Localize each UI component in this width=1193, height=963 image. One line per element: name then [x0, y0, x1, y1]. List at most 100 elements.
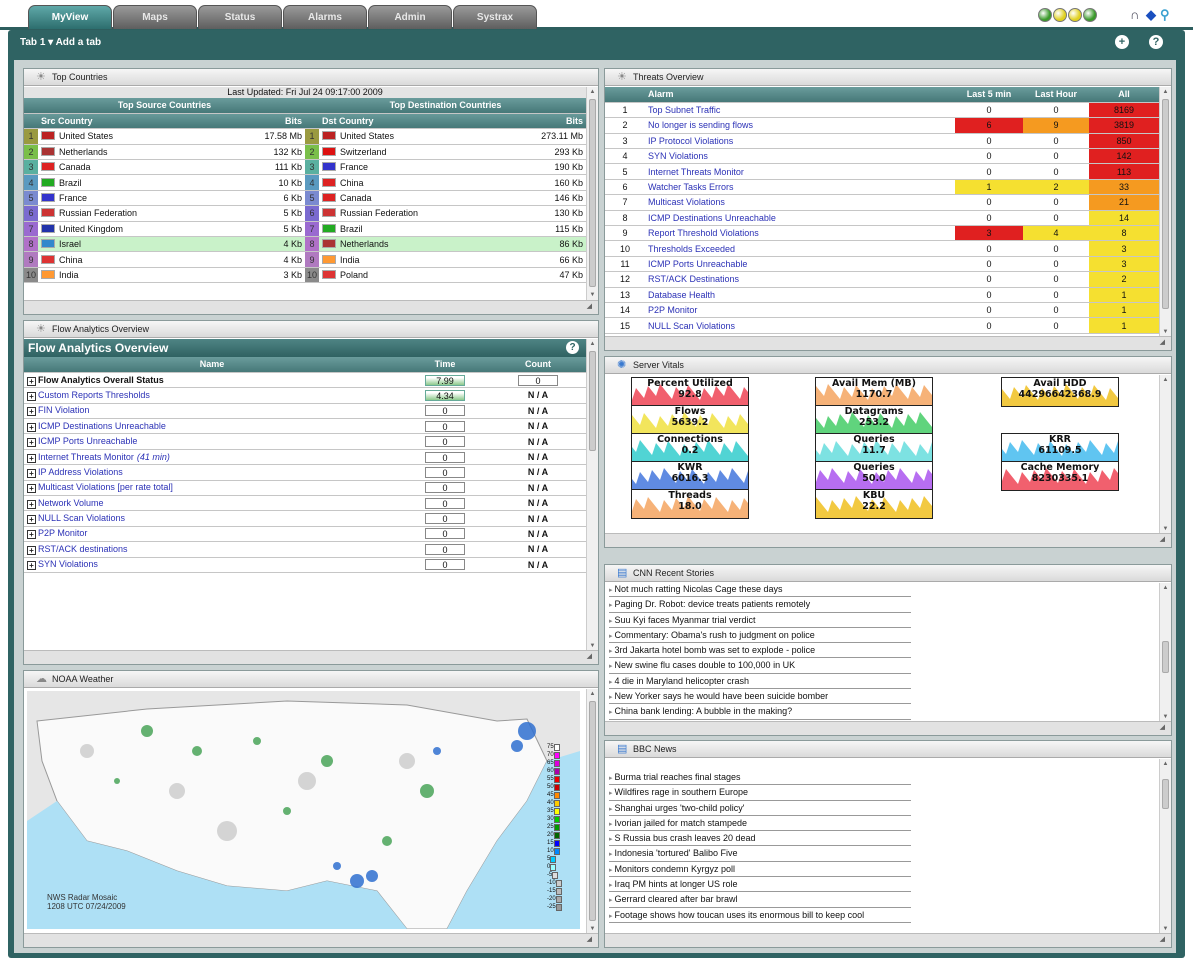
vital-kwr[interactable]: KWR 6016.3 — [631, 461, 749, 491]
item-name[interactable]: ICMP Destinations Unreachable — [38, 421, 166, 431]
src-col[interactable]: Src Country — [38, 113, 203, 130]
news-story-link[interactable]: Footage shows how toucan uses its enormo… — [609, 908, 911, 923]
table-row[interactable]: + Custom Reports Thresholds 4.34 N / A — [24, 387, 586, 404]
vital-threads[interactable]: Threads 18.0 — [631, 489, 749, 519]
scrollbar[interactable]: ▲ ▼ — [1159, 583, 1171, 722]
vital-connections[interactable]: Connections 0.2 — [631, 433, 749, 463]
item-name[interactable]: Flow Analytics Overall Status — [38, 375, 164, 385]
dst-col[interactable]: Dst Country — [319, 113, 485, 130]
table-row[interactable]: 13 Database Health 0 0 1 — [605, 287, 1159, 303]
expand-icon[interactable]: + — [27, 545, 36, 555]
scrollbar[interactable]: ▲ ▼ — [1159, 375, 1171, 534]
scrollbar[interactable]: ▲ ▼ — [586, 339, 598, 651]
news-story-link[interactable]: New swine flu cases double to 100,000 in… — [609, 658, 911, 674]
table-row[interactable]: 9 Report Threshold Violations 3 4 8 — [605, 225, 1159, 242]
news-story-link[interactable]: China bank lending: A bubble in the maki… — [609, 704, 911, 720]
item-name[interactable]: Multicast Violations [per rate total] — [38, 482, 173, 492]
item-name[interactable]: FIN Violation — [38, 405, 89, 415]
scrollbar[interactable]: ▲ ▼ — [1159, 759, 1171, 934]
vital-kbu[interactable]: KBU 22.2 — [815, 489, 933, 519]
alarm-link[interactable]: RST/ACK Destinations — [645, 271, 955, 288]
news-story-link[interactable]: New Yorker says he would have been suici… — [609, 689, 911, 705]
news-story-link[interactable]: Not much ratting Nicolas Cage these days — [609, 582, 911, 598]
table-row[interactable]: 10 Thresholds Exceeded 0 0 3 — [605, 240, 1159, 257]
expand-icon[interactable]: + — [27, 376, 36, 386]
expand-icon[interactable]: + — [27, 484, 36, 494]
table-row[interactable]: + FIN Violation 0 N / A — [24, 403, 586, 420]
table-row[interactable]: 14 P2P Monitor 0 0 1 — [605, 302, 1159, 319]
table-row[interactable]: + ICMP Ports Unreachable 0 N / A — [24, 433, 586, 450]
table-row[interactable]: 6 Watcher Tasks Errors 1 2 33 — [605, 179, 1159, 196]
alarm-link[interactable]: NULL Scan Violations — [645, 317, 955, 334]
alarm-link[interactable]: Watcher Tasks Errors — [645, 179, 955, 196]
table-row[interactable]: + ICMP Destinations Unreachable 0 N / A — [24, 418, 586, 435]
table-row[interactable]: 10 India 3 Kb 10 Poland 47 Kb — [24, 267, 587, 284]
alarm-link[interactable]: ICMP Destinations Unreachable — [645, 210, 955, 227]
alarm-link[interactable]: Report Threshold Violations — [645, 225, 955, 242]
alarm-link[interactable]: ICMP Ports Unreachable — [645, 256, 955, 273]
vital-queries[interactable]: Queries 11.7 — [815, 433, 933, 463]
table-row[interactable]: + IP Address Violations 0 N / A — [24, 464, 586, 481]
tab-selector[interactable]: Tab 1 ▾ Add a tab — [20, 37, 101, 48]
panel-header[interactable]: ☁ NOAA Weather — [24, 671, 598, 688]
scrollbar[interactable]: ▲ ▼ — [586, 689, 598, 934]
expand-icon[interactable]: + — [27, 468, 36, 478]
table-row[interactable]: 15 NULL Scan Violations 0 0 1 — [605, 317, 1159, 334]
help-icon[interactable]: ? — [1149, 35, 1163, 49]
table-row[interactable]: 8 Israel 4 Kb 8 Netherlands 86 Kb — [24, 236, 587, 253]
scrollbar[interactable]: ▲ ▼ — [1159, 87, 1171, 337]
table-row[interactable]: + P2P Monitor 0 N / A — [24, 526, 586, 543]
news-story-link[interactable]: Suu Kyi faces Myanmar trial verdict — [609, 613, 911, 628]
panel-header[interactable]: ✺ Server Vitals — [605, 357, 1171, 374]
table-row[interactable]: + SYN Violations 0 N / A — [24, 557, 586, 573]
table-row[interactable]: + Multicast Violations [per rate total] 0 N… — [24, 480, 586, 497]
item-name[interactable]: P2P Monitor — [38, 528, 87, 538]
alarm-link[interactable]: No longer is sending flows — [645, 117, 955, 134]
expand-icon[interactable]: + — [27, 438, 36, 448]
expand-icon[interactable]: + — [27, 561, 36, 571]
headset-icon[interactable]: ∩ — [1130, 7, 1139, 22]
vital-avail-mem-mb[interactable]: Avail Mem (MB) 1170.7 — [815, 377, 933, 407]
table-row[interactable]: 3 Canada 111 Kb 3 France 190 Kb — [24, 159, 587, 176]
news-story-link[interactable]: Ivorian jailed for match stampede — [609, 816, 911, 832]
expand-icon[interactable]: + — [27, 391, 36, 401]
panel-header[interactable]: ▤ CNN Recent Stories — [605, 565, 1171, 582]
news-story-link[interactable]: Iraq PM hints at longer US role — [609, 877, 911, 893]
table-row[interactable]: 2 Netherlands 132 Kb 2 Switzerland 293 Kb — [24, 144, 587, 161]
news-story-link[interactable]: 3rd Jakarta hotel bomb was set to explod… — [609, 643, 911, 659]
last5-col[interactable]: Last 5 min — [955, 87, 1023, 103]
vital-avail-hdd[interactable]: Avail HDD 44296642368.9 — [1001, 377, 1119, 407]
expand-icon[interactable]: + — [27, 530, 36, 540]
news-story-link[interactable]: Gerrard cleared after bar brawl — [609, 892, 911, 908]
alarm-link[interactable]: IP Protocol Violations — [645, 133, 955, 150]
tab-maps[interactable]: Maps — [113, 5, 197, 29]
expand-icon[interactable]: + — [27, 515, 36, 525]
item-name[interactable]: SYN Violations — [38, 559, 98, 569]
count-col[interactable]: Count — [490, 357, 586, 373]
table-row[interactable]: 9 China 4 Kb 9 India 66 Kb — [24, 251, 587, 268]
news-story-link[interactable]: S Russia bus crash leaves 20 dead — [609, 831, 911, 847]
panel-header[interactable]: ☀ Flow Analytics Overview — [24, 321, 598, 338]
table-row[interactable]: 3 IP Protocol Violations 0 0 850 — [605, 133, 1159, 150]
item-name[interactable]: RST/ACK destinations — [38, 544, 128, 554]
tab-admin[interactable]: Admin — [368, 5, 452, 29]
tab-systrax[interactable]: Systrax — [453, 5, 537, 29]
table-row[interactable]: 12 RST/ACK Destinations 0 0 2 — [605, 271, 1159, 288]
item-name[interactable]: Internet Threats Monitor — [38, 452, 134, 462]
expand-icon[interactable]: + — [27, 499, 36, 509]
add-widget-icon[interactable]: + — [1115, 35, 1129, 49]
alarm-col[interactable]: Alarm — [645, 87, 955, 103]
table-row[interactable]: 5 Internet Threats Monitor 0 0 113 — [605, 163, 1159, 180]
vital-krr[interactable]: KRR 61109.5 — [1001, 433, 1119, 463]
news-story-link[interactable]: Burma trial reaches final stages — [609, 770, 911, 786]
alarm-link[interactable]: Internet Threats Monitor — [645, 163, 955, 180]
alarm-link[interactable]: Top Subnet Traffic — [645, 102, 955, 119]
table-row[interactable]: 8 ICMP Destinations Unreachable 0 0 14 — [605, 210, 1159, 227]
name-col[interactable]: Name — [24, 357, 400, 373]
flow-help-icon[interactable]: ? — [566, 341, 579, 354]
table-row[interactable]: 7 United Kingdom 5 Kb 7 Brazil 115 Kb — [24, 221, 587, 238]
radar-map[interactable]: 75 70 65 60 55 50 45 40 35 30 25 20 15 10 5 0 -5 -10 -15 -2… — [27, 691, 580, 929]
panel-header[interactable]: ☀ Threats Overview — [605, 69, 1171, 86]
news-story-link[interactable]: Commentary: Obama's rush to judgment on … — [609, 628, 911, 644]
table-row[interactable]: + RST/ACK destinations 0 N / A — [24, 541, 586, 558]
